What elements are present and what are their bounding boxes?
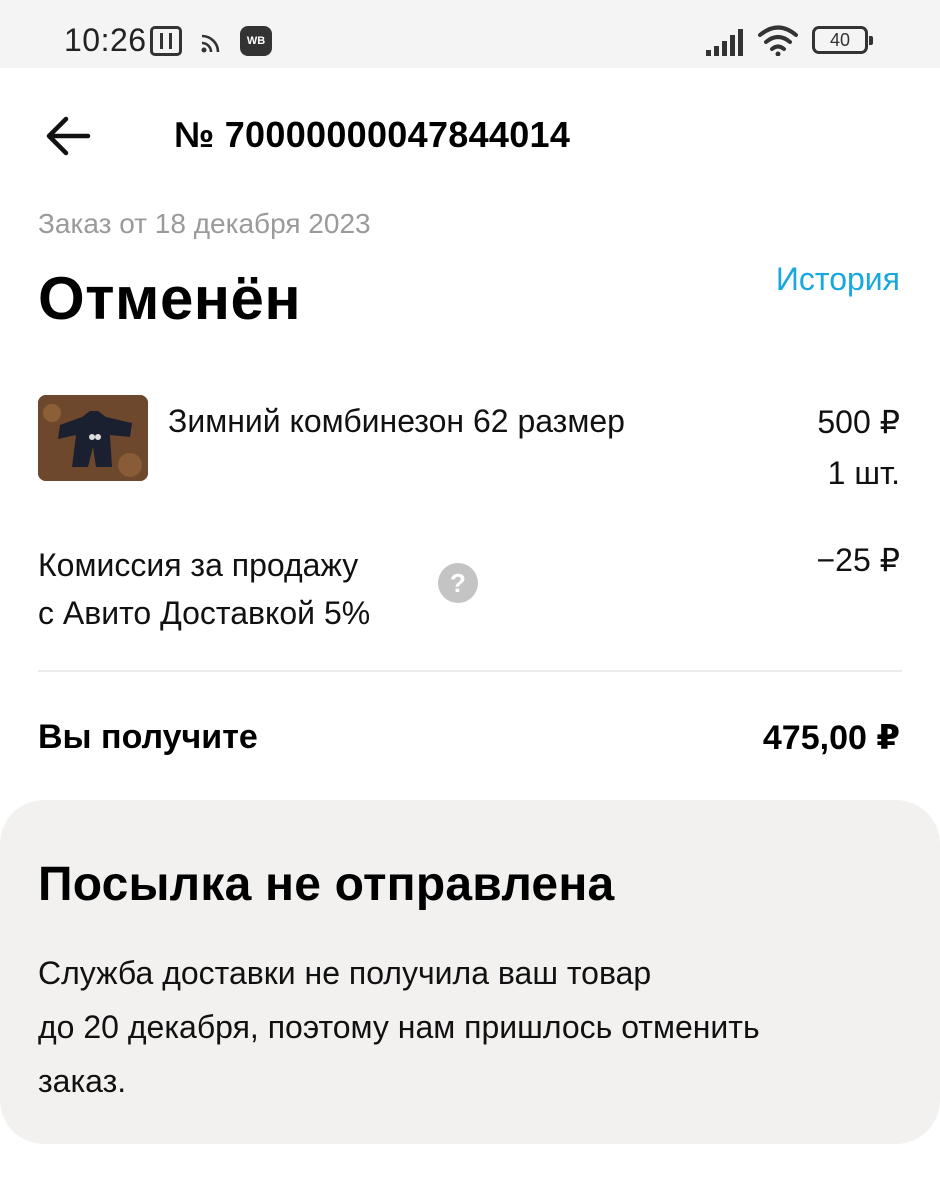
back-button[interactable] bbox=[40, 110, 96, 162]
parcel-description-line: заказ. bbox=[38, 1063, 127, 1099]
battery-level: 40 bbox=[829, 30, 851, 50]
product-price: 500 ₽ bbox=[817, 404, 900, 440]
product-image[interactable] bbox=[38, 395, 148, 481]
commission-value: −25 ₽ bbox=[816, 542, 900, 578]
nfc-icon bbox=[150, 26, 182, 56]
total-value: 475,00 ₽ bbox=[762, 719, 900, 757]
divider bbox=[38, 670, 902, 672]
status-bar: 10:26 WB 40 bbox=[0, 0, 940, 68]
help-icon[interactable]: ? bbox=[438, 563, 478, 603]
arrow-left-icon bbox=[46, 116, 91, 156]
total-label: Вы получите bbox=[38, 718, 258, 756]
order-number: № 70000000047844014 bbox=[174, 114, 571, 155]
parcel-description-line: до 20 декабря, поэтому нам пришлось отме… bbox=[38, 1009, 760, 1045]
cast-icon bbox=[201, 34, 220, 53]
battery-icon: 40 bbox=[812, 26, 873, 54]
commission-label: Комиссия за продажу с Авито Доставкой 5% bbox=[38, 541, 438, 637]
signal-icon bbox=[706, 29, 743, 56]
parcel-status-card: Посылка не отправлена Служба доставки не… bbox=[0, 800, 940, 1144]
order-status: Отменён bbox=[38, 265, 302, 332]
status-time: 10:26 bbox=[64, 22, 147, 58]
parcel-title: Посылка не отправлена bbox=[38, 858, 615, 911]
commission-label-line1: Комиссия за продажу bbox=[38, 547, 359, 583]
product-name[interactable]: Зимний комбинезон 62 размер bbox=[168, 403, 625, 440]
wifi-icon bbox=[758, 25, 798, 56]
order-date: Заказ от 18 декабря 2023 bbox=[38, 208, 371, 239]
history-link[interactable]: История bbox=[776, 261, 900, 298]
parcel-description: Служба доставки не получила ваш товар до… bbox=[38, 946, 908, 1108]
parcel-description-line: Служба доставки не получила ваш товар bbox=[38, 955, 652, 991]
wb-app-icon: WB bbox=[240, 26, 272, 56]
product-quantity: 1 шт. bbox=[827, 455, 900, 491]
commission-label-line2: с Авито Доставкой 5% bbox=[38, 595, 371, 631]
